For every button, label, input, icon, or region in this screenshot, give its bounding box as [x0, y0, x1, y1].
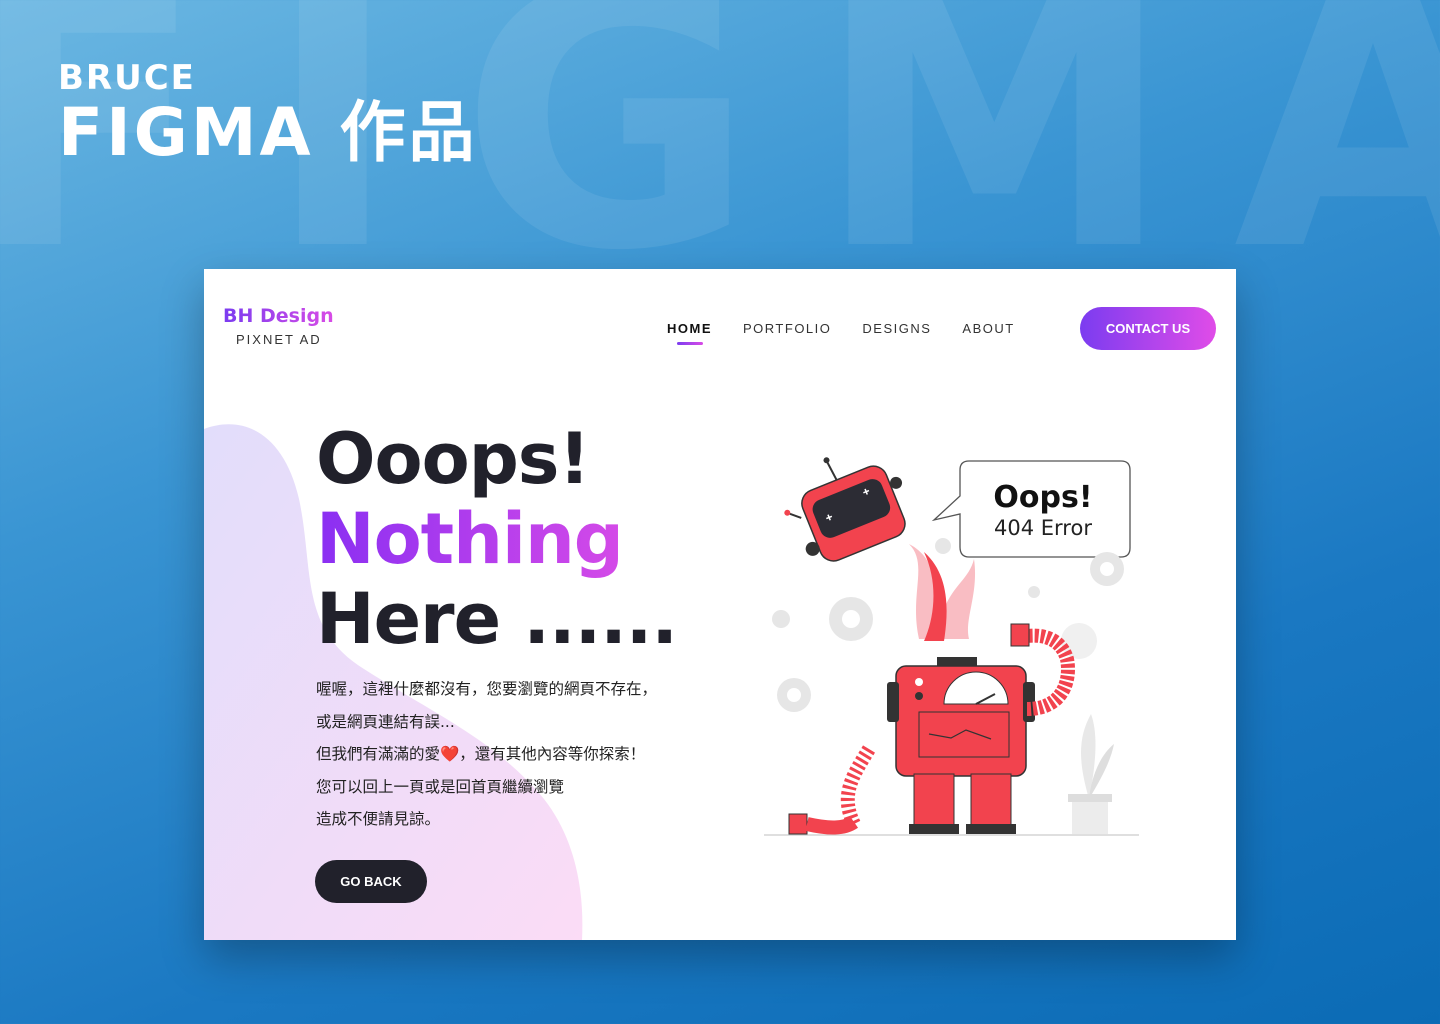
headline-line-2: Nothing — [316, 499, 677, 579]
headline-line-3: Here ...... — [316, 578, 678, 660]
error-headline: Ooops! Nothing Here ...... — [316, 418, 678, 660]
nav-about[interactable]: ABOUT — [962, 321, 1014, 336]
logo-name: BH Design — [223, 305, 334, 327]
robot-body — [887, 657, 1035, 834]
description-line: 但我們有滿滿的愛❤️，還有其他內容等你探索！ — [316, 745, 646, 763]
main-nav: HOME PORTFOLIO DESIGNS ABOUT — [667, 321, 1015, 336]
robot-head — [784, 457, 906, 562]
description-line: 造成不便請見諒。 — [316, 810, 441, 828]
description-line: 或是網頁連結有誤... — [316, 712, 455, 731]
description-line: 喔喔，這裡什麼都沒有，您要瀏覽的網頁不存在， — [316, 680, 658, 698]
nav-portfolio[interactable]: PORTFOLIO — [743, 321, 831, 336]
go-back-button[interactable]: GO BACK — [315, 860, 427, 903]
contact-us-button[interactable]: CONTACT US — [1080, 307, 1216, 350]
error-description: 喔喔，這裡什麼都沒有，您要瀏覽的網頁不存在， 或是網頁連結有誤... 但我們有滿… — [316, 676, 657, 839]
plant-icon — [1068, 714, 1114, 834]
loose-hose — [788, 745, 876, 835]
nav-designs[interactable]: DESIGNS — [862, 321, 931, 336]
bubble-subtitle: 404 Error — [994, 516, 1092, 540]
bubble-title: Oops! — [993, 480, 1092, 515]
description-line: 您可以回上一頁或是回首頁繼續瀏覽 — [316, 777, 565, 796]
portfolio-title: FIGMA 作品 — [58, 94, 478, 171]
website-mockup: BH Design PIXNET AD HOME PORTFOLIO DESIG… — [204, 269, 1236, 940]
broken-robot-illustration: Oops! 404 Error — [764, 457, 1139, 836]
author-name: BRUCE — [58, 58, 196, 98]
site-logo[interactable]: BH Design PIXNET AD — [223, 305, 334, 347]
portfolio-header: BRUCE FIGMA 作品 — [58, 58, 478, 167]
headline-line-1: Ooops! — [316, 418, 590, 500]
logo-subtitle: PIXNET AD — [236, 332, 322, 347]
speech-bubble: Oops! 404 Error — [931, 460, 1131, 558]
nav-home[interactable]: HOME — [667, 321, 712, 336]
